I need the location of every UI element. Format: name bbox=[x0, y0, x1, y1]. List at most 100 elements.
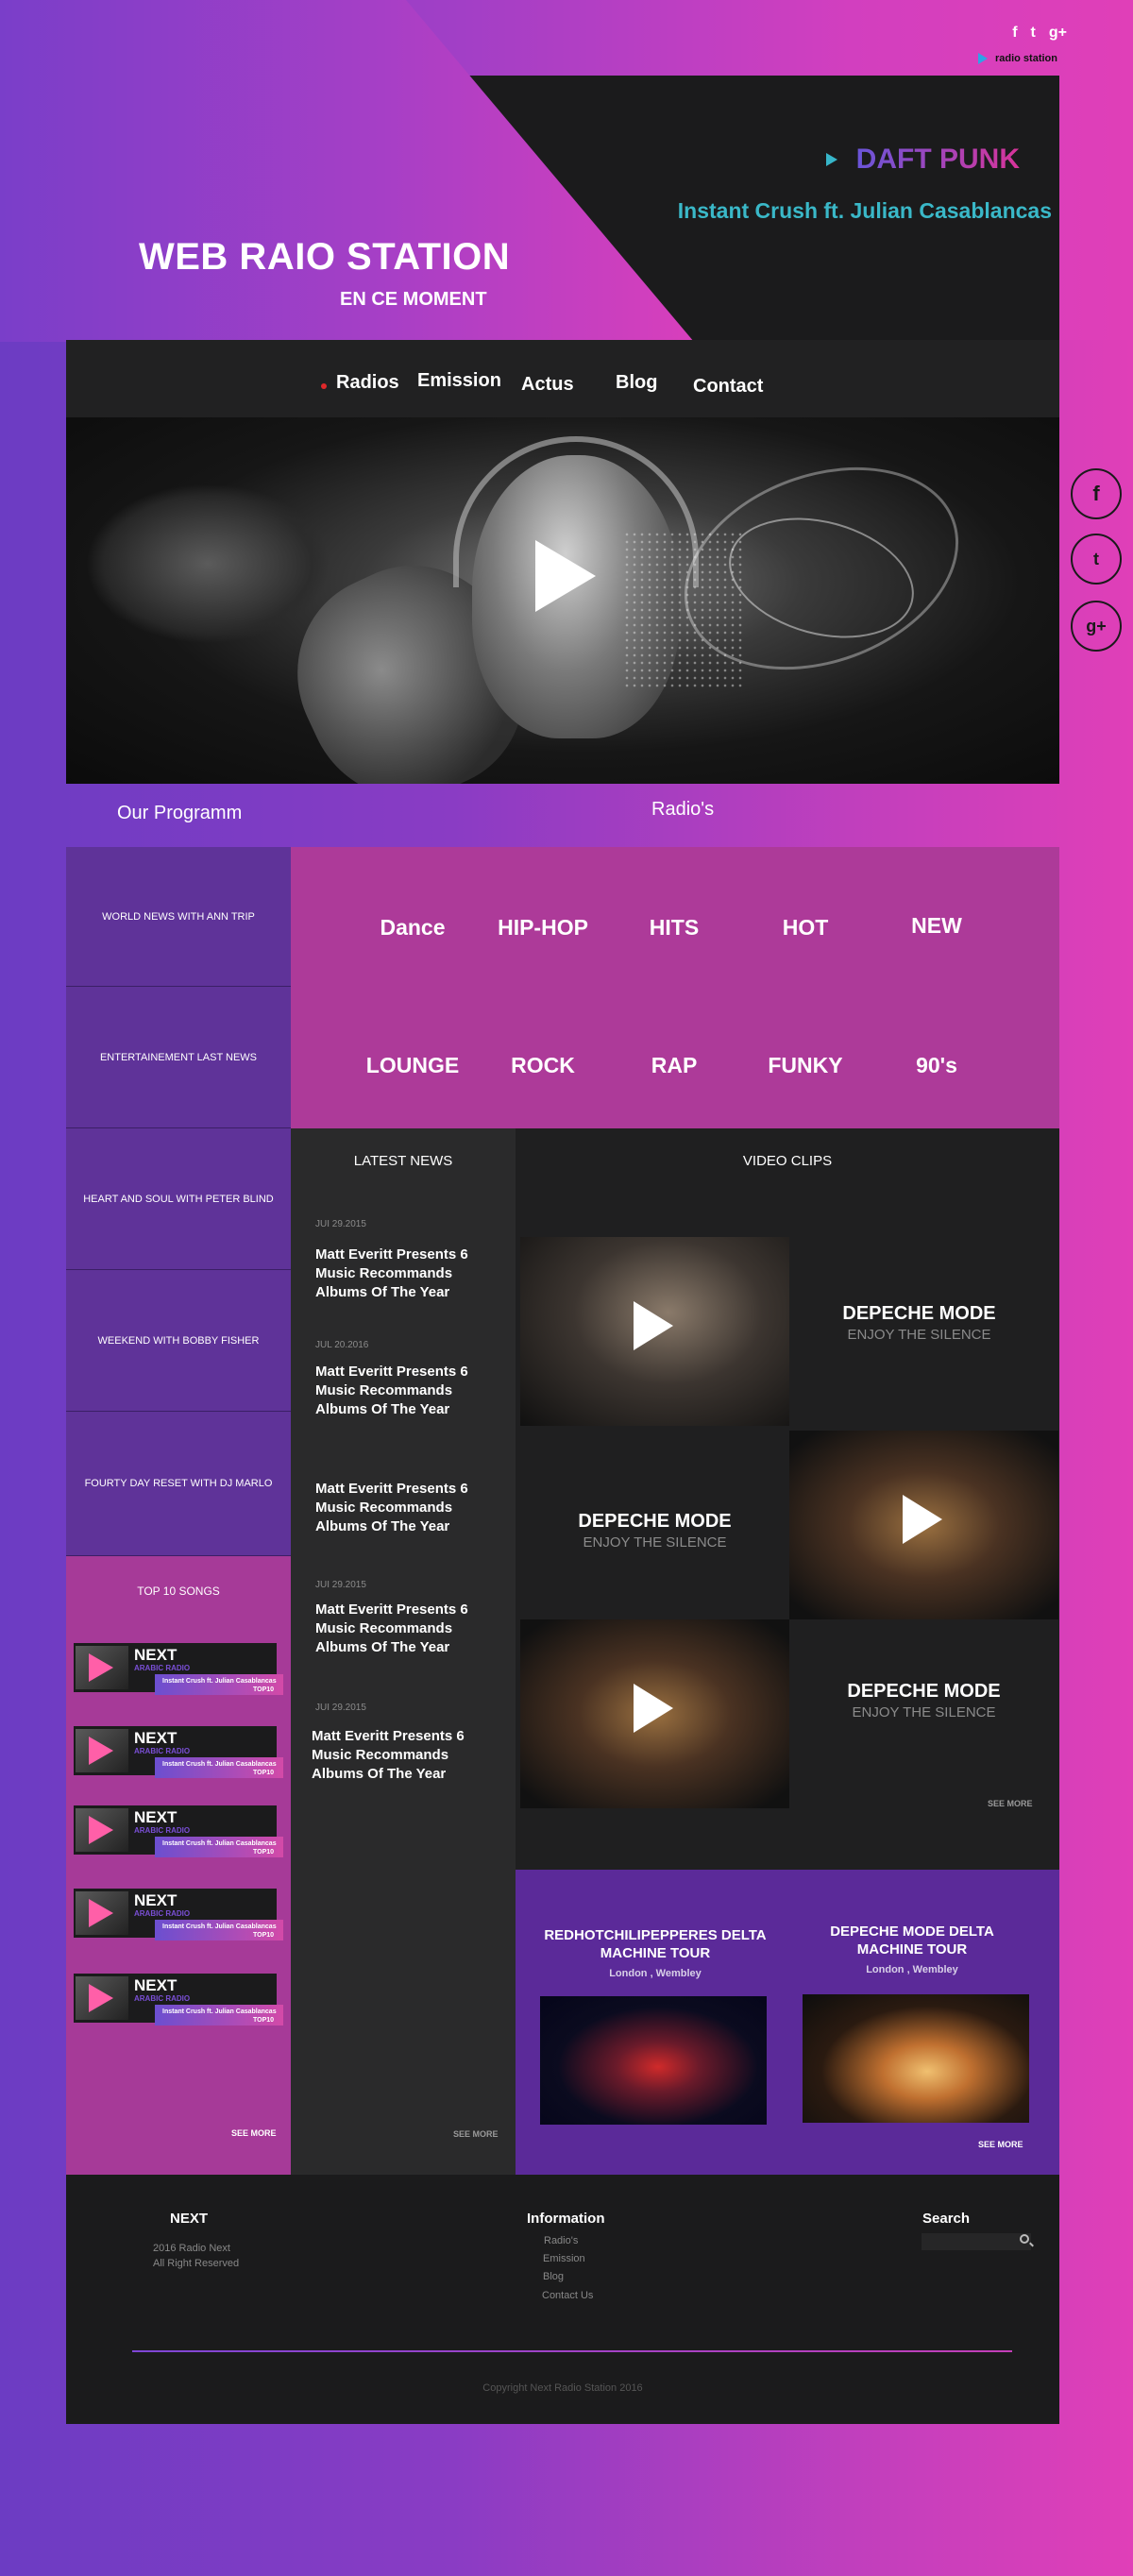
clips-see-more[interactable]: SEE MORE bbox=[988, 1799, 1033, 1808]
top-song-item[interactable]: NEXT ARABIC RADIO Instant Crush ft. Juli… bbox=[74, 1974, 283, 2034]
play-icon bbox=[634, 1301, 673, 1350]
now-playing[interactable]: DAFT PUNK bbox=[825, 144, 1020, 176]
search-icon[interactable] bbox=[1020, 2234, 1029, 2244]
song-tag: Instant Crush ft. Julian Casablancas TOP1… bbox=[155, 1757, 283, 1778]
twitter-icon[interactable]: t bbox=[1071, 534, 1122, 585]
song-label: ARABIC RADIO bbox=[134, 1994, 191, 2003]
news-title[interactable]: Matt Everitt Presents 6 Music Recommands… bbox=[312, 1727, 500, 1784]
footer-link[interactable]: Emission bbox=[543, 2253, 585, 2264]
clip-subtitle: ENJOY THE SILENCE bbox=[847, 1327, 991, 1343]
news-date: JUI 29.2015 bbox=[315, 1580, 366, 1590]
top-songs-heading: TOP 10 SONGS bbox=[137, 1585, 220, 1598]
now-playing-song: Instant Crush ft. Julian Casablancas bbox=[677, 198, 1052, 223]
featured-video[interactable] bbox=[66, 417, 1059, 784]
news-title[interactable]: Matt Everitt Presents 6 Music Recommands… bbox=[315, 1601, 504, 1657]
song-next: NEXT bbox=[134, 1976, 178, 1994]
top-song-item[interactable]: NEXT ARABIC RADIO Instant Crush ft. Juli… bbox=[74, 1643, 283, 1703]
facebook-icon[interactable]: f bbox=[1071, 468, 1122, 519]
twitter-icon[interactable]: t bbox=[1031, 25, 1036, 42]
program-item[interactable]: FOURTY DAY RESET WITH DJ MARLO bbox=[66, 1412, 291, 1556]
footer: NEXT 2016 Radio Next All Right Reserved … bbox=[66, 2175, 1059, 2424]
song-rank: TOP10 bbox=[253, 1849, 275, 1856]
nav-emission[interactable]: Emission bbox=[417, 370, 501, 392]
news-date: JUI 29.2015 bbox=[315, 1703, 366, 1713]
tours-see-more[interactable]: SEE MORE bbox=[978, 2140, 1023, 2149]
footer-link[interactable]: Radio's bbox=[544, 2235, 578, 2246]
program-item[interactable]: WORLD NEWS WITH ANN TRIP bbox=[66, 847, 291, 987]
tour-image[interactable] bbox=[803, 1994, 1029, 2123]
radio-station-link[interactable]: radio station bbox=[977, 53, 1057, 64]
tour-location: London , Wembley bbox=[866, 1964, 958, 1975]
nav-actus[interactable]: Actus bbox=[521, 374, 574, 396]
top-song-item[interactable]: NEXT ARABIC RADIO Instant Crush ft. Juli… bbox=[74, 1726, 283, 1787]
footer-link[interactable]: Contact Us bbox=[542, 2290, 593, 2301]
genre-rock[interactable]: ROCK bbox=[477, 1053, 609, 1078]
clip-thumbnail[interactable] bbox=[789, 1431, 1058, 1619]
song-rank: TOP10 bbox=[253, 1932, 275, 1939]
genre-hits[interactable]: HITS bbox=[608, 915, 740, 941]
nav-radios[interactable]: Radios bbox=[336, 372, 399, 394]
genre-new[interactable]: NEW bbox=[871, 913, 1003, 939]
program-item[interactable]: ENTERTAINEMENT LAST NEWS bbox=[66, 987, 291, 1128]
genre-rap[interactable]: RAP bbox=[608, 1053, 740, 1078]
search-input[interactable] bbox=[922, 2233, 1031, 2250]
nav-contact[interactable]: Contact bbox=[693, 376, 763, 398]
play-triangle-icon bbox=[977, 53, 988, 64]
clip-thumbnail[interactable] bbox=[520, 1237, 789, 1426]
program-item[interactable]: WEEKEND WITH BOBBY FISHER bbox=[66, 1270, 291, 1412]
clip-thumbnail[interactable] bbox=[520, 1619, 789, 1808]
song-next: NEXT bbox=[134, 1808, 178, 1826]
top-song-item[interactable]: NEXT ARABIC RADIO Instant Crush ft. Juli… bbox=[74, 1805, 283, 1866]
now-playing-artist: DAFT PUNK bbox=[855, 144, 1020, 175]
genre-hot[interactable]: HOT bbox=[739, 915, 871, 941]
latest-news: LATEST NEWS JUI 29.2015 Matt Everitt Pre… bbox=[291, 1128, 516, 2175]
facebook-icon[interactable]: f bbox=[1012, 25, 1017, 42]
song-next: NEXT bbox=[134, 1891, 178, 1909]
footer-search-heading: Search bbox=[922, 2211, 971, 2227]
song-rank: TOP10 bbox=[253, 2017, 275, 2024]
song-title: Instant Crush ft. Julian Casablancas bbox=[162, 1761, 277, 1768]
news-title[interactable]: Matt Everitt Presents 6 Music Recommands… bbox=[315, 1246, 504, 1302]
program-label: WORLD NEWS WITH ANN TRIP bbox=[102, 910, 255, 923]
footer-divider bbox=[132, 2350, 1012, 2352]
play-icon[interactable] bbox=[535, 540, 596, 612]
genre-funky[interactable]: FUNKY bbox=[739, 1053, 871, 1078]
nav-blog[interactable]: Blog bbox=[616, 372, 657, 394]
song-next: NEXT bbox=[134, 1646, 178, 1664]
clip-caption: DEPECHE MODE ENJOY THE SILENCE bbox=[520, 1511, 789, 1551]
footer-info-heading: Information bbox=[527, 2211, 605, 2227]
genre-dance[interactable]: Dance bbox=[347, 915, 479, 941]
song-label: ARABIC RADIO bbox=[134, 1826, 191, 1835]
news-date: JUI 29.2015 bbox=[315, 1219, 366, 1229]
genre-hip-hop[interactable]: HIP-HOP bbox=[477, 915, 609, 941]
genre-90s[interactable]: 90's bbox=[871, 1053, 1003, 1078]
footer-brand: NEXT bbox=[170, 2211, 209, 2227]
genre-lounge[interactable]: LOUNGE bbox=[347, 1053, 479, 1078]
clip-subtitle: ENJOY THE SILENCE bbox=[583, 1534, 727, 1551]
top-social-links: f t g+ bbox=[1012, 25, 1067, 42]
tour-caption: REDHOTCHILIPEPPERES DELTA MACHINE TOUR L… bbox=[542, 1926, 769, 1979]
footer-link[interactable]: Blog bbox=[543, 2271, 564, 2282]
radio-station-label: radio station bbox=[994, 53, 1057, 64]
song-rank: TOP10 bbox=[253, 1686, 275, 1693]
site-title: WEB RAIO STATION bbox=[139, 236, 511, 278]
song-title: Instant Crush ft. Julian Casablancas bbox=[162, 1924, 277, 1930]
google-plus-icon[interactable]: g+ bbox=[1049, 25, 1067, 42]
song-thumbnail bbox=[76, 1646, 128, 1689]
program-item[interactable]: HEART AND SOUL WITH PETER BLIND bbox=[66, 1128, 291, 1270]
tour-image[interactable] bbox=[540, 1996, 767, 2125]
song-next: NEXT bbox=[134, 1729, 178, 1747]
song-tag: Instant Crush ft. Julian Casablancas TOP1… bbox=[155, 1674, 283, 1695]
top-song-item[interactable]: NEXT ARABIC RADIO Instant Crush ft. Juli… bbox=[74, 1889, 283, 1949]
play-icon bbox=[89, 1737, 113, 1765]
news-title[interactable]: Matt Everitt Presents 6 Music Recommands… bbox=[315, 1480, 504, 1536]
news-title[interactable]: Matt Everitt Presents 6 Music Recommands… bbox=[315, 1363, 504, 1419]
program-label: FOURTY DAY RESET WITH DJ MARLO bbox=[84, 1478, 273, 1489]
google-plus-icon[interactable]: g+ bbox=[1071, 601, 1122, 652]
song-thumbnail bbox=[76, 1808, 128, 1852]
song-rank: TOP10 bbox=[253, 1770, 275, 1776]
news-see-more[interactable]: SEE MORE bbox=[453, 2129, 499, 2139]
song-thumbnail bbox=[76, 1729, 128, 1772]
program-label: HEART AND SOUL WITH PETER BLIND bbox=[83, 1193, 274, 1205]
top-songs-see-more[interactable]: SEE MORE bbox=[231, 2128, 277, 2138]
